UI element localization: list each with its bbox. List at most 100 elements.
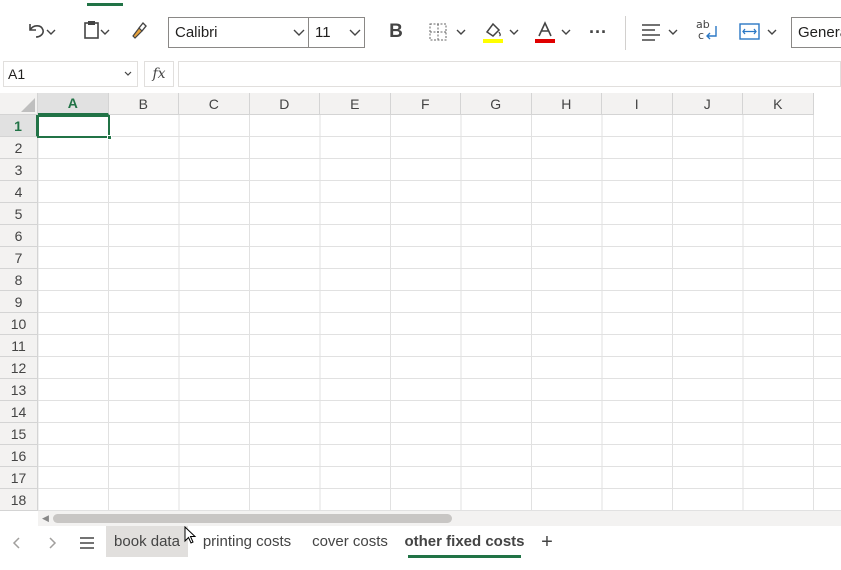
- row-header[interactable]: 9: [0, 291, 38, 313]
- sheet-tab-printing-costs[interactable]: printing costs: [194, 526, 300, 557]
- cell-area[interactable]: [38, 115, 841, 511]
- hamburger-icon: [80, 537, 94, 549]
- fill-handle[interactable]: [107, 135, 112, 140]
- horizontal-scrollbar[interactable]: ◀: [38, 511, 841, 526]
- bold-label: B: [389, 21, 403, 42]
- next-sheet-button[interactable]: [40, 532, 64, 554]
- borders-icon: [428, 22, 448, 47]
- sheet-tab-other-fixed-costs[interactable]: other fixed costs: [402, 526, 527, 557]
- wrap-text-icon: ab c: [695, 18, 719, 47]
- column-header[interactable]: K: [743, 93, 814, 115]
- sheet-tab-label: book data: [114, 533, 180, 550]
- chevron-down-icon: [124, 71, 132, 76]
- sheet-tab-label: cover costs: [312, 533, 388, 550]
- row-header[interactable]: 8: [0, 269, 38, 291]
- row-header[interactable]: 4: [0, 181, 38, 203]
- svg-text:c: c: [698, 29, 704, 42]
- row-header[interactable]: 5: [0, 203, 38, 225]
- font-color-icon: [534, 20, 556, 49]
- chevron-down-icon: [293, 29, 305, 36]
- fill-color-icon: [482, 20, 504, 49]
- scroll-left-icon[interactable]: ◀: [42, 513, 49, 524]
- ribbon-separator: [625, 16, 626, 50]
- row-header[interactable]: 10: [0, 313, 38, 335]
- sheet-tab-label: other fixed costs: [404, 533, 525, 550]
- chevron-down-icon: [509, 29, 519, 35]
- row-header[interactable]: 2: [0, 137, 38, 159]
- chevron-down-icon: [46, 29, 56, 35]
- font-size-select[interactable]: 11: [308, 17, 365, 48]
- bold-button[interactable]: B: [381, 14, 411, 50]
- format-painter-button[interactable]: [122, 14, 154, 50]
- row-header[interactable]: 11: [0, 335, 38, 357]
- column-header[interactable]: B: [108, 93, 179, 115]
- ribbon-toolbar: Calibri 11 B ··· ab c Gener: [0, 0, 841, 60]
- row-header[interactable]: 16: [0, 445, 38, 467]
- font-name-select[interactable]: Calibri: [168, 17, 309, 48]
- chevron-down-icon: [668, 29, 678, 35]
- row-header[interactable]: 15: [0, 423, 38, 445]
- name-box-value: A1: [8, 66, 26, 82]
- ribbon-tab-indicator: [87, 3, 123, 6]
- column-header[interactable]: H: [531, 93, 602, 115]
- sheet-tab-bar: book data printing costs cover costs oth…: [0, 526, 841, 560]
- align-button[interactable]: [637, 14, 681, 50]
- font-size-value: 11: [315, 24, 331, 41]
- chevron-left-icon: [12, 537, 20, 549]
- spreadsheet-grid[interactable]: ABCDEFGHIJK 1 2 3 4 5 6 7 8 9 10 11 12 13 14 15 16 17 18: [0, 93, 841, 511]
- plus-icon: +: [541, 530, 553, 553]
- number-format-select[interactable]: Genera: [791, 17, 841, 48]
- column-header[interactable]: C: [179, 93, 250, 115]
- merge-button[interactable]: [736, 14, 780, 50]
- wrap-text-button[interactable]: ab c: [692, 14, 722, 50]
- status-bar: [0, 560, 841, 570]
- column-header[interactable]: I: [602, 93, 673, 115]
- column-header[interactable]: D: [249, 93, 320, 115]
- chevron-down-icon: [349, 29, 361, 36]
- column-header[interactable]: J: [672, 93, 743, 115]
- formula-input[interactable]: [178, 61, 841, 87]
- column-header[interactable]: E: [320, 93, 391, 115]
- scrollbar-thumb[interactable]: [53, 514, 452, 523]
- more-options-button[interactable]: ···: [583, 14, 613, 50]
- chevron-right-icon: [49, 537, 57, 549]
- add-sheet-button[interactable]: +: [536, 531, 558, 553]
- more-icon: ···: [589, 21, 607, 42]
- active-tab-indicator: [408, 555, 521, 558]
- fx-icon: fx: [152, 66, 166, 82]
- row-header[interactable]: 17: [0, 467, 38, 489]
- chevron-down-icon: [561, 29, 571, 35]
- column-header[interactable]: A: [38, 93, 109, 115]
- row-header[interactable]: 14: [0, 401, 38, 423]
- all-sheets-button[interactable]: [76, 532, 98, 554]
- chevron-down-icon: [456, 29, 466, 35]
- sheet-tab-book-data[interactable]: book data: [106, 526, 188, 557]
- chevron-down-icon: [767, 29, 777, 35]
- active-cell[interactable]: [37, 115, 110, 138]
- sheet-tab-cover-costs[interactable]: cover costs: [306, 526, 394, 557]
- prev-sheet-button[interactable]: [5, 532, 29, 554]
- borders-button[interactable]: [424, 14, 470, 50]
- column-header[interactable]: F: [390, 93, 461, 115]
- font-color-button[interactable]: [532, 14, 574, 50]
- paste-button[interactable]: [70, 14, 114, 50]
- row-header[interactable]: 13: [0, 379, 38, 401]
- undo-button[interactable]: [14, 14, 58, 50]
- font-name-value: Calibri: [175, 24, 218, 41]
- insert-function-button[interactable]: fx: [144, 61, 174, 87]
- row-header[interactable]: 7: [0, 247, 38, 269]
- row-header[interactable]: 3: [0, 159, 38, 181]
- select-all-corner[interactable]: [0, 93, 38, 115]
- row-header[interactable]: 6: [0, 225, 38, 247]
- merge-icon: [738, 21, 762, 48]
- sheet-tab-label: printing costs: [202, 533, 292, 550]
- row-header[interactable]: 12: [0, 357, 38, 379]
- chevron-down-icon: [100, 29, 110, 35]
- name-box[interactable]: A1: [3, 61, 138, 87]
- row-header[interactable]: 18: [0, 489, 38, 511]
- number-format-value: Genera: [798, 24, 841, 41]
- row-header[interactable]: 1: [0, 115, 38, 137]
- column-header[interactable]: G: [461, 93, 532, 115]
- align-icon: [640, 22, 662, 47]
- fill-color-button[interactable]: [480, 14, 522, 50]
